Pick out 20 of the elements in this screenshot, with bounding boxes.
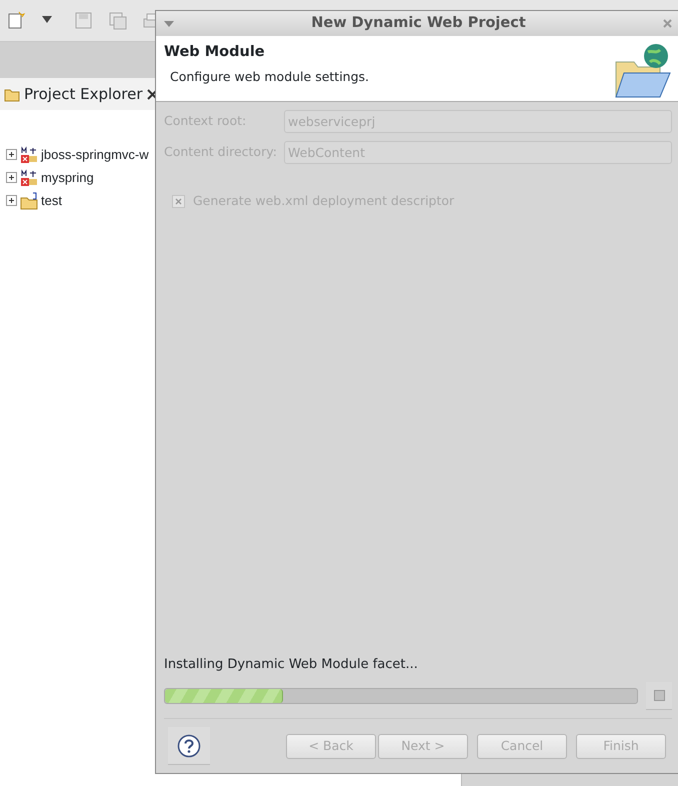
page-description: Configure web module settings.	[169, 68, 370, 86]
window-title: New Dynamic Web Project	[310, 14, 527, 33]
tree-item-label[interactable]: jboss-springmvc-w	[41, 144, 149, 164]
expand-icon[interactable]	[6, 149, 17, 160]
tree-item-label[interactable]: test	[41, 190, 62, 210]
help-icon	[177, 734, 201, 758]
close-icon[interactable]	[146, 88, 158, 100]
help-button[interactable]	[168, 727, 210, 765]
stop-icon	[654, 690, 664, 701]
page-title: Web Module	[164, 43, 266, 62]
project-icon	[20, 168, 38, 186]
expand-icon[interactable]	[6, 172, 17, 183]
project-icon	[20, 192, 38, 210]
tree-item-label[interactable]: myspring	[41, 168, 94, 188]
new-file-icon[interactable]	[6, 10, 26, 30]
view-tab-title[interactable]: Project Explorer	[24, 82, 143, 106]
expand-icon[interactable]	[6, 195, 17, 206]
progress-label: Installing Dynamic Web Module facet...	[164, 656, 419, 674]
project-icon	[20, 146, 38, 164]
menu-arrow-icon[interactable]	[164, 20, 174, 28]
